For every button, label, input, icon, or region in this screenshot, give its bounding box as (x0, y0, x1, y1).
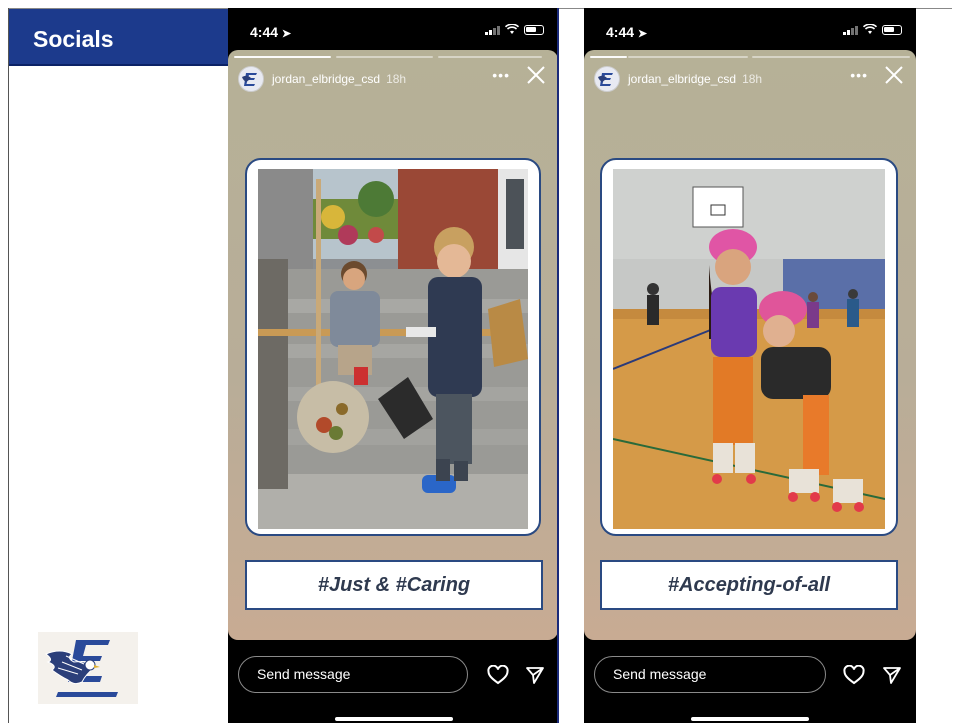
wifi-icon (505, 24, 519, 34)
page-title: Socials (33, 26, 114, 52)
heart-icon[interactable] (843, 665, 865, 685)
story-caption-box: #Just & #Caring (245, 560, 543, 610)
school-eagle-logo (38, 632, 138, 704)
reply-bar: Send message (228, 653, 558, 693)
story-progress-segment (752, 56, 910, 58)
status-time: 4:44 ➤ (606, 24, 648, 40)
story-progress-segment (590, 56, 627, 58)
story-progress-segment (336, 56, 433, 58)
profile-logo-icon (242, 73, 257, 86)
status-bar: 4:44 ➤ (584, 8, 916, 50)
story-photo-frame (245, 158, 541, 536)
status-time: 4:44 ➤ (250, 24, 292, 40)
story-progress-segment (234, 56, 331, 58)
slide: Socials 4:44 ➤ jordan_elbridge_csd 18h •… (0, 0, 960, 723)
phone-divider (557, 8, 559, 723)
location-arrow-icon: ➤ (281, 28, 292, 40)
story-phone-2: 4:44 ➤ jordan_elbridge_csd 18h ••• #Acce… (584, 8, 916, 723)
story-progress-segment (628, 56, 748, 58)
story-username[interactable]: jordan_elbridge_csd (272, 72, 380, 86)
story-age: 18h (742, 72, 763, 86)
heart-icon[interactable] (487, 665, 509, 685)
story-phone-1: 4:44 ➤ jordan_elbridge_csd 18h ••• #Just… (228, 8, 558, 723)
home-indicator (691, 717, 809, 721)
more-options-icon[interactable]: ••• (850, 67, 868, 83)
home-indicator (335, 717, 453, 721)
wifi-icon (863, 24, 877, 34)
send-message-input[interactable]: Send message (238, 656, 468, 693)
story-caption-box: #Accepting-of-all (600, 560, 898, 610)
story-caption: #Accepting-of-all (667, 573, 831, 596)
story-photo-roller-skating (613, 169, 885, 529)
left-divider (8, 8, 9, 723)
close-icon[interactable] (884, 64, 904, 86)
send-message-input[interactable]: Send message (594, 656, 826, 693)
close-icon[interactable] (526, 64, 546, 86)
location-arrow-icon: ➤ (637, 28, 648, 40)
story-progress-segment (438, 56, 542, 58)
cellular-signal-icon (843, 25, 858, 35)
story-age: 18h (386, 72, 407, 86)
avatar[interactable] (238, 66, 264, 92)
profile-logo-icon (598, 73, 613, 86)
cellular-signal-icon (485, 25, 500, 35)
reply-bar: Send message (584, 653, 916, 693)
story-photo-kids-cleanup (258, 169, 528, 529)
send-icon[interactable] (882, 665, 902, 685)
story-card[interactable]: jordan_elbridge_csd 18h ••• (584, 50, 916, 640)
avatar[interactable] (594, 66, 620, 92)
story-username[interactable]: jordan_elbridge_csd (628, 72, 736, 86)
story-caption: #Just & #Caring (317, 573, 471, 596)
story-card[interactable]: jordan_elbridge_csd 18h ••• (228, 50, 558, 640)
more-options-icon[interactable]: ••• (492, 67, 510, 83)
battery-icon (882, 24, 902, 35)
story-header: jordan_elbridge_csd 18h ••• (594, 64, 906, 94)
title-bar: Socials (9, 9, 228, 66)
story-header: jordan_elbridge_csd 18h ••• (238, 64, 548, 94)
battery-icon (524, 24, 544, 35)
status-bar: 4:44 ➤ (228, 8, 558, 50)
story-photo-frame (600, 158, 898, 536)
send-icon[interactable] (525, 665, 545, 685)
